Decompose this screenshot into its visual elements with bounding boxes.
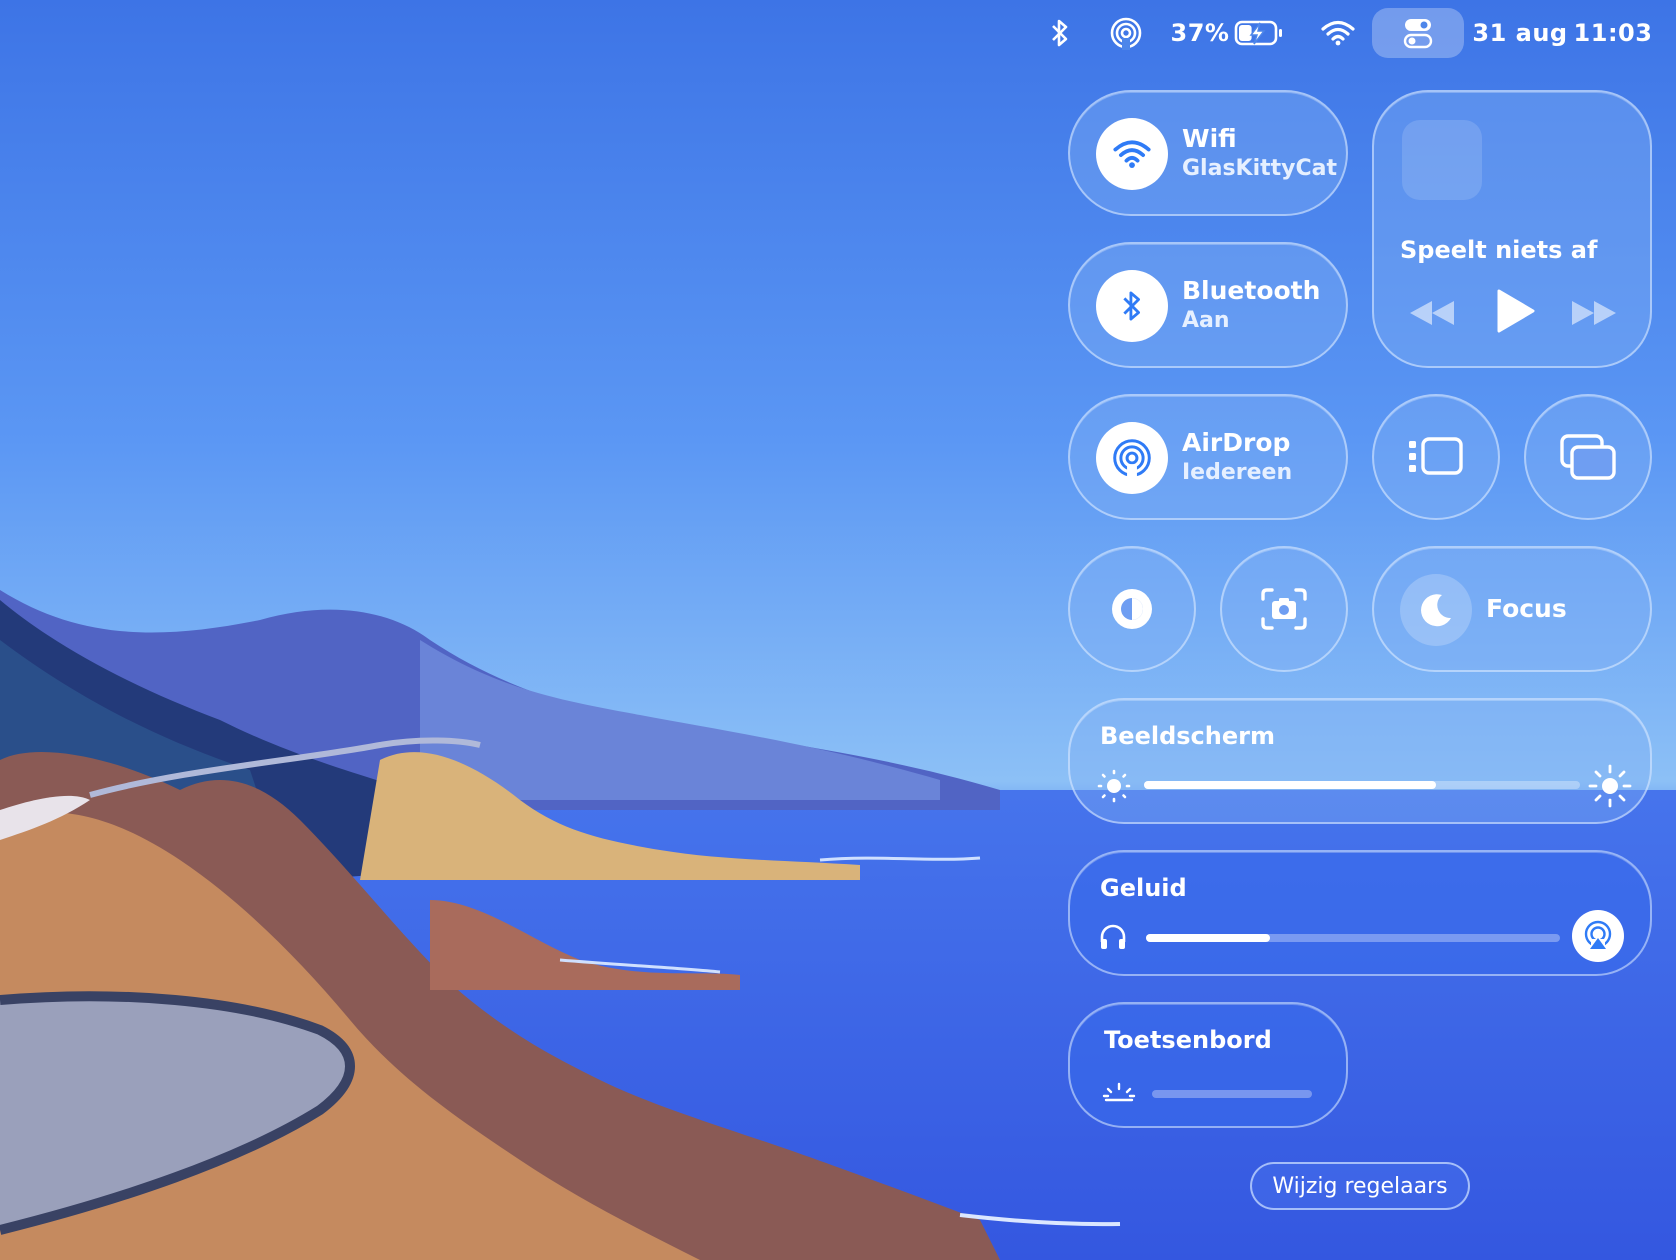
screen-mirroring-button[interactable] [1524, 394, 1652, 520]
volume-fill [1146, 934, 1271, 942]
fast-forward-button[interactable] [1570, 298, 1618, 332]
wifi-network-name: GlasKittyCat [1182, 156, 1338, 181]
focus-tile[interactable]: Focus [1372, 546, 1652, 672]
menubar-date[interactable]: 31 aug [1472, 0, 1567, 66]
airdrop-toggle-icon[interactable] [1096, 422, 1168, 494]
headphones-icon [1100, 924, 1126, 949]
control-center-icon[interactable] [1372, 8, 1464, 58]
screenshot-icon [1261, 588, 1307, 630]
stage-manager-icon [1409, 437, 1463, 475]
keyboard-tile: Toetsenbord [1068, 1002, 1348, 1128]
display-tile: Beeldscherm [1068, 698, 1652, 824]
airdrop-visibility: Iedereen [1182, 460, 1293, 485]
menu-bar: 37% 31 aug 11:03 [0, 0, 1676, 66]
screenshot-button[interactable] [1220, 546, 1348, 672]
wifi-title: Wifi [1182, 124, 1237, 153]
menubar-time[interactable]: 11:03 [1572, 0, 1654, 66]
bluetooth-status: Aan [1182, 308, 1230, 333]
bluetooth-tile[interactable]: Bluetooth Aan [1068, 242, 1348, 368]
album-artwork-placeholder [1402, 120, 1482, 200]
bluetooth-toggle-icon[interactable] [1096, 270, 1168, 342]
airplay-audio-icon [1584, 920, 1612, 951]
sound-tile: Geluid [1068, 850, 1652, 976]
bluetooth-title: Bluetooth [1182, 276, 1321, 305]
screen-mirroring-icon [1560, 434, 1616, 480]
edit-controls-button[interactable]: Wijzig regelaars [1250, 1162, 1470, 1210]
audio-output-button[interactable] [1572, 910, 1624, 962]
sound-title: Geluid [1100, 874, 1187, 902]
wifi-icon[interactable] [1316, 0, 1360, 66]
play-button[interactable] [1494, 288, 1536, 338]
airdrop-tile[interactable]: AirDrop Iedereen [1068, 394, 1348, 520]
now-playing-tile[interactable]: Speelt niets af [1372, 90, 1652, 368]
brightness-fill [1144, 781, 1437, 789]
brightness-low-icon [1097, 769, 1131, 803]
airdrop-icon[interactable] [1104, 0, 1148, 66]
now-playing-status: Speelt niets af [1400, 236, 1598, 264]
focus-moon-icon [1400, 574, 1472, 646]
keyboard-title: Toetsenbord [1104, 1026, 1272, 1054]
wifi-toggle-icon[interactable] [1096, 118, 1168, 190]
volume-slider[interactable] [1146, 934, 1560, 942]
airdrop-title: AirDrop [1182, 428, 1291, 457]
rewind-button[interactable] [1408, 298, 1456, 332]
focus-label: Focus [1486, 594, 1567, 623]
dark-mode-icon [1112, 589, 1152, 629]
brightness-slider[interactable] [1144, 781, 1580, 789]
brightness-high-icon [1588, 764, 1632, 808]
bluetooth-icon[interactable] [1040, 0, 1080, 66]
dark-mode-button[interactable] [1068, 546, 1196, 672]
keyboard-backlight-icon [1102, 1082, 1136, 1102]
keyboard-backlight-slider[interactable] [1152, 1090, 1312, 1098]
display-title: Beeldscherm [1100, 722, 1275, 750]
stage-manager-button[interactable] [1372, 394, 1500, 520]
battery-charging-icon[interactable] [1232, 0, 1286, 66]
wifi-tile[interactable]: Wifi GlasKittyCat [1068, 90, 1348, 216]
battery-percent[interactable]: 37% [1171, 0, 1229, 66]
